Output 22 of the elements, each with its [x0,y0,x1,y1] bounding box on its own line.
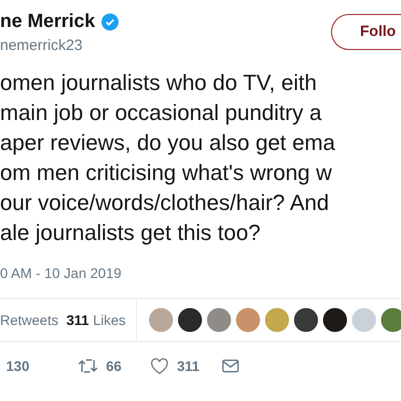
retweets-label[interactable]: Retweets [0,310,58,330]
likes-count[interactable]: 311 [66,310,89,330]
follow-button[interactable]: Follo [331,14,401,50]
author-name[interactable]: ne Merrick [0,8,96,36]
retweet-icon[interactable] [78,358,98,374]
tweet-timestamp[interactable]: 0 AM - 10 Jan 2019 [0,265,122,281]
avatar[interactable] [294,308,318,332]
envelope-icon[interactable] [222,359,239,373]
tweet-text-line: om men criticising what's wrong w [0,159,333,187]
action-count: 130 [6,356,30,376]
action-count: 311 [177,356,200,376]
tweet-text-line: aper reviews, do you also get ema [0,129,336,157]
tweet-text-line: our voice/words/clothes/hair? And [0,189,330,217]
avatar[interactable] [178,308,202,332]
tweet-text-line: omen journalists who do TV, eith [0,69,318,97]
heart-icon[interactable] [150,358,169,374]
tweet-text-line: main job or occasional punditry a [0,99,323,127]
author-handle[interactable]: nemerrick23 [0,36,120,56]
action-count: 66 [106,356,122,376]
likes-label[interactable]: Likes [92,310,126,330]
tweet-text-line: ale journalists get this too? [0,219,262,247]
avatar[interactable] [322,308,347,332]
